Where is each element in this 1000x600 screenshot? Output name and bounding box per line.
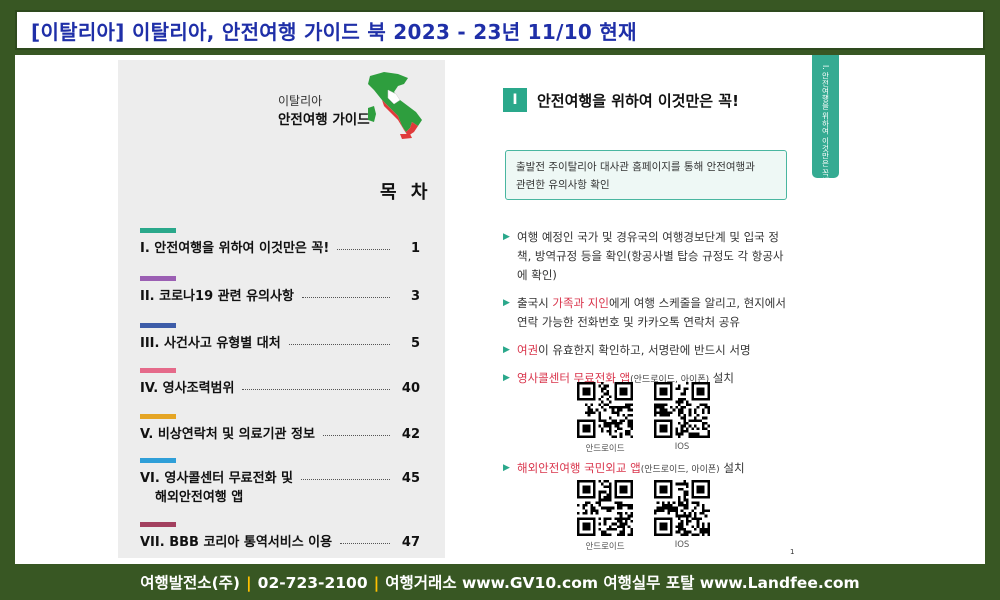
toc-item-page: 5 [410,336,420,351]
toc-color-bar [140,228,176,233]
qr-cell: 안드로이드 [577,382,633,454]
footer-links[interactable]: 여행거래소 www.GV10.com 여행실무 포탈 www.Landfee.c… [385,574,859,592]
toc-item-page: 42 [401,427,420,442]
toc-color-bar [140,276,176,281]
qr-cell: IOS [654,480,710,552]
toc-item[interactable]: VII. BBB 코리아 통역서비스 이용 47 [140,522,420,552]
qr-caption: 안드로이드 [585,542,625,552]
page-number: 1 [790,548,795,556]
qr-cell: IOS [654,382,710,454]
qr-row-safety-app: 안드로이드 IOS [577,480,710,552]
toc-item[interactable]: III. 사건사고 유형별 대처 5 [140,323,420,353]
bullet-text-part: 출국시 [517,296,553,310]
toc-item[interactable]: IV. 영사조력범위 40 [140,368,420,398]
toc-item-label: VI. 영사콜센터 무료전화 및 [140,471,294,486]
qr-code-icon[interactable] [654,382,710,438]
toc-item-label: I. 안전여행을 위하여 이것만은 꼭! [140,241,330,256]
qr-caption: IOS [674,442,690,452]
toc-item-page: 40 [401,381,420,396]
footer-company: 여행발전소(주) [140,574,240,592]
triangle-bullet-icon: ▶ [503,373,510,383]
toc-item-page: 47 [401,535,420,550]
footer-phone: 02-723-2100 [257,574,368,592]
toc-item-page: 1 [410,241,420,256]
qr-cell: 안드로이드 [577,480,633,552]
toc-leader-dots [288,334,390,345]
triangle-bullet-icon: ▶ [503,232,510,242]
toc-leader-dots [340,533,390,544]
guide-name: 안전여행 가이드 [278,112,370,128]
side-section-tab[interactable]: I. 안전여행을 위하여 이것만은 꼭! [812,55,839,180]
footer-separator: | [246,574,252,592]
toc-item-label: V. 비상연락처 및 의료기관 정보 [140,427,315,442]
document-viewer: 이탈리아 안전여행 가이드 목 차 I. 안전여행을 위하여 이것만은 꼭! 1… [15,55,985,564]
bullet-item: ▶ 여행 예정인 국가 및 경유국의 여행경보단계 및 입국 정책, 방역규정 … [503,228,793,285]
toc-item[interactable]: V. 비상연락처 및 의료기관 정보 42 [140,414,420,444]
toc-item-label: III. 사건사고 유형별 대처 [140,336,281,351]
footer-separator: | [373,574,380,592]
toc-leader-dots [337,239,390,250]
page-title: [이탈리아] 이탈리아, 안전여행 가이드 북 2023 - 23년 11/10… [31,19,637,44]
toc-leader-dots [322,425,390,436]
toc-color-bar [140,522,176,527]
qr-caption: 안드로이드 [585,444,625,454]
qr-code-icon[interactable] [654,480,710,536]
notice-box: 출발전 주이탈리아 대사관 홈페이지를 통해 안전여행과 관련한 유의사항 확인 [505,150,787,200]
toc-page: 이탈리아 안전여행 가이드 목 차 I. 안전여행을 위하여 이것만은 꼭! 1… [118,60,445,558]
toc-item[interactable]: VI. 영사콜센터 무료전화 및 45 해외안전여행 앱 [140,458,420,507]
section-page: I 안전여행을 위하여 이것만은 꼭! 출발전 주이탈리아 대사관 홈페이지를 … [485,60,840,560]
section-number-badge: I [503,88,527,112]
toc-item-label-line2: 해외안전여행 앱 [155,490,244,505]
bullet-text: 여권이 유효한지 확인하고, 서명란에 반드시 서명 [517,341,751,360]
bullet-text: 출국시 가족과 지인에게 여행 스케줄을 알리고, 현지에서 연락 가능한 전화… [517,294,793,332]
bullet-text-part: 설치 [719,461,745,475]
bullet-item: ▶ 해외안전여행 국민외교 앱(안드로이드, 아이폰) 설치 [503,459,803,480]
header-bar: [이탈리아] 이탈리아, 안전여행 가이드 북 2023 - 23년 11/10… [15,10,985,50]
toc-color-bar [140,368,176,373]
triangle-bullet-icon: ▶ [503,463,510,473]
bullet-item: ▶ 여권이 유효한지 확인하고, 서명란에 반드시 서명 [503,341,793,360]
qr-row-consular-app: 안드로이드 IOS [577,382,710,454]
bullet-text: 해외안전여행 국민외교 앱(안드로이드, 아이폰) 설치 [517,459,745,480]
toc-item-label: IV. 영사조력범위 [140,381,235,396]
notice-line: 출발전 주이탈리아 대사관 홈페이지를 통해 안전여행과 [516,161,755,173]
notice-line: 관련한 유의사항 확인 [516,179,610,191]
bullet-item: ▶ 출국시 가족과 지인에게 여행 스케줄을 알리고, 현지에서 연락 가능한 … [503,294,793,332]
toc-item[interactable]: I. 안전여행을 위하여 이것만은 꼭! 1 [140,228,420,258]
toc-item-page: 45 [401,471,420,486]
toc-leader-dots [301,287,390,298]
bullet-text-part: 설치 [709,371,734,385]
toc-leader-dots [242,379,390,390]
toc-item-page: 3 [410,289,420,304]
toc-item-label: VII. BBB 코리아 통역서비스 이용 [140,535,333,550]
highlight-text: 가족과 지인 [552,296,609,310]
section-title: 안전여행을 위하여 이것만은 꼭! [537,92,739,110]
qr-code-icon[interactable] [577,480,633,536]
highlight-text: 해외안전여행 국민외교 앱 [517,461,641,475]
footer: 여행발전소(주) | 02-723-2100 | 여행거래소 www.GV10.com … [0,571,1000,593]
toc-leader-dots [301,469,390,480]
toc-item[interactable]: II. 코로나19 관련 유의사항 3 [140,276,420,306]
platform-note: (안드로이드, 아이폰) [640,465,720,475]
italy-map-icon [368,72,422,139]
toc-heading: 목 차 [380,182,432,203]
qr-caption: IOS [674,540,690,550]
guide-country: 이탈리아 [278,94,323,108]
toc-color-bar [140,458,176,463]
bullet-text: 여행 예정인 국가 및 경유국의 여행경보단계 및 입국 정책, 방역규정 등을… [517,230,784,282]
toc-color-bar [140,414,176,419]
highlight-text: 여권 [517,343,539,357]
side-tab-label: I. 안전여행을 위하여 이것만은 꼭! [821,65,830,180]
toc-color-bar [140,323,176,328]
bullet-text-part: 이 유효한지 확인하고, 서명란에 반드시 서명 [538,343,751,357]
bullet-list: ▶ 여행 예정인 국가 및 경유국의 여행경보단계 및 입국 정책, 방역규정 … [503,228,793,399]
toc-item-label: II. 코로나19 관련 유의사항 [140,289,294,304]
triangle-bullet-icon: ▶ [503,345,510,355]
triangle-bullet-icon: ▶ [503,298,510,308]
qr-code-icon[interactable] [577,382,633,438]
